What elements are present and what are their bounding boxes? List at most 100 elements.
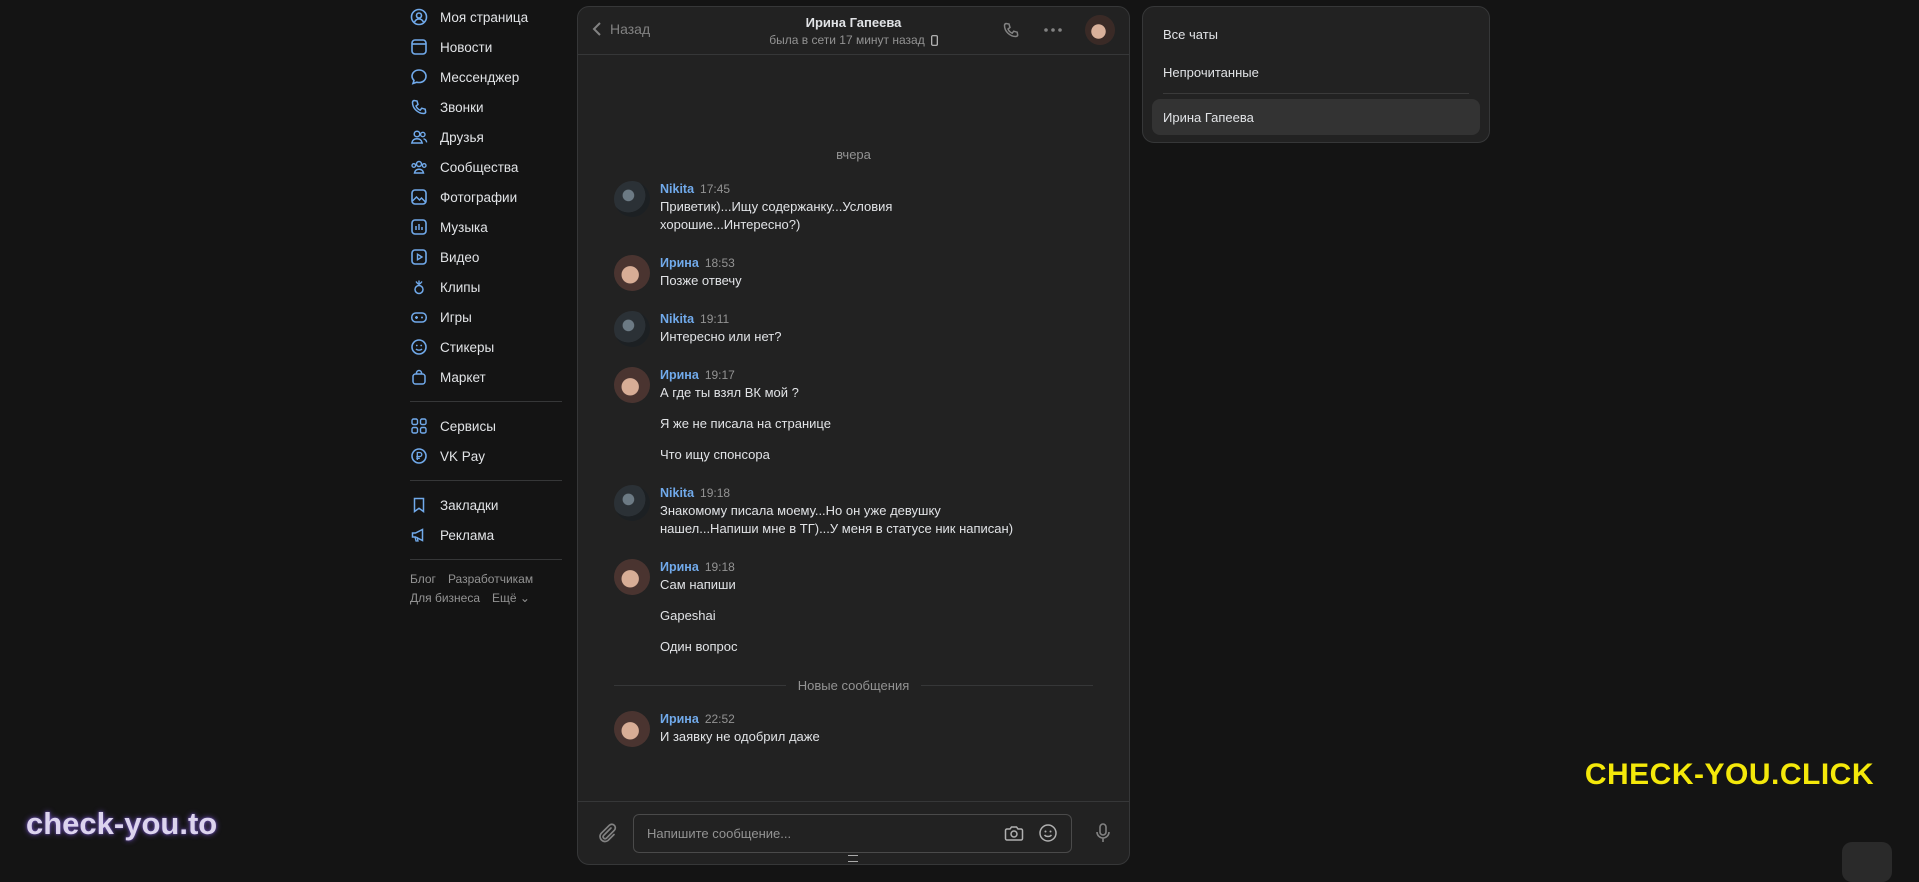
phone-icon: [410, 98, 428, 116]
chat-panel: Назад Ирина Гапеева была в сети 17 минут…: [577, 6, 1130, 865]
nav-item-photos[interactable]: Фотографии: [410, 182, 562, 212]
watermark-left: check-you.to: [26, 806, 218, 841]
avatar[interactable]: [614, 711, 650, 747]
message-author[interactable]: Ирина: [660, 368, 699, 382]
nav-label: Маркет: [440, 369, 486, 385]
nav-item-messenger[interactable]: Мессенджер: [410, 62, 562, 92]
voice-message-button[interactable]: [1092, 822, 1114, 844]
nav-label: Сообщества: [440, 159, 519, 175]
nav-item-friends[interactable]: Друзья: [410, 122, 562, 152]
left-navigation: Моя страница Новости Мессенджер Звонки Д…: [410, 0, 562, 608]
nav-label: Звонки: [440, 99, 484, 115]
user-circle-icon: [410, 8, 428, 26]
peer-status-text: была в сети 17 минут назад: [769, 33, 925, 47]
message-author[interactable]: Ирина: [660, 712, 699, 726]
filter-unread[interactable]: Непрочитанные: [1152, 54, 1480, 90]
nav-item-communities[interactable]: Сообщества: [410, 152, 562, 182]
nav-item-ads[interactable]: Реклама: [410, 520, 562, 550]
nav-item-services[interactable]: Сервисы: [410, 411, 562, 441]
call-button[interactable]: [1001, 20, 1021, 40]
message-text: А где ты взял ВК мой ?: [660, 385, 799, 400]
message-input[interactable]: [634, 824, 1003, 842]
avatar[interactable]: [614, 181, 650, 217]
message-body: Ирина 19:17 А где ты взял ВК мой ? Я же н…: [660, 367, 1099, 464]
nav-label: Моя страница: [440, 9, 529, 25]
message-body: Ирина 19:18 Сам напиши Gapeshai Один вопр…: [660, 559, 1099, 656]
message-time: 19:17: [704, 368, 735, 382]
chat-header: Назад Ирина Гапеева была в сети 17 минут…: [578, 7, 1129, 55]
nav-label: Стикеры: [440, 339, 495, 355]
message-group: Nikita 19:18 Знакомому писала моему...Но …: [614, 485, 1099, 538]
message-group: Ирина 22:52 И заявку не одобрил даже: [614, 711, 1099, 747]
message-input-box: [633, 813, 1072, 853]
resize-handle[interactable]: [848, 855, 858, 862]
nav-item-video[interactable]: Видео: [410, 242, 562, 272]
new-messages-label: Новые сообщения: [797, 678, 910, 693]
message-history: вчера Nikita 17:45 Приветик)...Ищу содерж…: [578, 55, 1129, 802]
attach-button[interactable]: [595, 821, 619, 845]
avatar[interactable]: [614, 255, 650, 291]
chat-bubble-icon: [410, 68, 428, 86]
avatar[interactable]: [614, 367, 650, 403]
nav-item-bookmarks[interactable]: Закладки: [410, 490, 562, 520]
nav-item-music[interactable]: Музыка: [410, 212, 562, 242]
footer-links: Блог Разработчикам Для бизнеса Ещё ⌄: [410, 570, 562, 608]
message-composer: [578, 801, 1129, 864]
message-time: 17:45: [700, 182, 731, 196]
help-chat-button[interactable]: [1842, 842, 1892, 882]
message-time: 18:53: [704, 256, 735, 270]
footer-link-blog[interactable]: Блог: [410, 572, 436, 586]
nav-item-my-page[interactable]: Моя страница: [410, 2, 562, 32]
nav-label: Музыка: [440, 219, 488, 235]
peer-avatar[interactable]: [1085, 15, 1115, 45]
message-author[interactable]: Nikita: [660, 486, 694, 500]
nav-label: Клипы: [440, 279, 481, 295]
message-body: Nikita 19:11 Интересно или нет?: [660, 311, 1099, 347]
nav-item-news[interactable]: Новости: [410, 32, 562, 62]
clips-icon: [410, 278, 428, 296]
footer-link-developers[interactable]: Разработчикам: [448, 572, 533, 586]
nav-label: Видео: [440, 249, 480, 265]
avatar[interactable]: [614, 559, 650, 595]
message-body: Ирина 18:53 Позже отвечу: [660, 255, 1099, 291]
avatar[interactable]: [614, 311, 650, 347]
photo-icon: [410, 188, 428, 206]
nav-label: Фотографии: [440, 189, 518, 205]
nav-label: Игры: [440, 309, 472, 325]
message-text: И заявку не одобрил даже: [660, 729, 820, 744]
services-grid-icon: [410, 417, 428, 435]
ruble-icon: [410, 447, 428, 465]
news-icon: [410, 38, 428, 56]
footer-link-more[interactable]: Ещё ⌄: [492, 591, 530, 605]
camera-button[interactable]: [1003, 822, 1025, 844]
message-author[interactable]: Nikita: [660, 312, 694, 326]
message-text: Что ищу спонсора: [660, 447, 770, 462]
footer-link-business[interactable]: Для бизнеса: [410, 591, 480, 605]
emoji-button[interactable]: [1037, 822, 1059, 844]
phone-icon: [1003, 22, 1019, 38]
message-author[interactable]: Ирина: [660, 256, 699, 270]
filter-active-chat[interactable]: Ирина Гапеева: [1152, 99, 1480, 135]
header-actions: [1001, 15, 1115, 45]
nav-item-clips[interactable]: Клипы: [410, 272, 562, 302]
message-text: Один вопрос: [660, 639, 738, 654]
nav-item-stickers[interactable]: Стикеры: [410, 332, 562, 362]
message-author[interactable]: Ирина: [660, 560, 699, 574]
filter-all-chats[interactable]: Все чаты: [1152, 16, 1480, 52]
nav-item-market[interactable]: Маркет: [410, 362, 562, 392]
avatar[interactable]: [614, 485, 650, 521]
message-author[interactable]: Nikita: [660, 182, 694, 196]
message-group: Ирина 18:53 Позже отвечу: [614, 255, 1099, 291]
nav-item-games[interactable]: Игры: [410, 302, 562, 332]
gamepad-icon: [410, 308, 428, 326]
nav-item-vkpay[interactable]: VK Pay: [410, 441, 562, 471]
message-group: Nikita 17:45 Приветик)...Ищу содержанку..…: [614, 181, 1099, 234]
chat-filters-panel: Все чаты Непрочитанные Ирина Гапеева: [1142, 6, 1490, 143]
nav-item-calls[interactable]: Звонки: [410, 92, 562, 122]
nav-label: Новости: [440, 39, 493, 55]
megaphone-icon: [410, 526, 428, 544]
nav-label: Закладки: [440, 497, 499, 513]
new-messages-separator: Новые сообщения: [614, 678, 1093, 693]
nav-divider: [410, 480, 562, 481]
more-button[interactable]: [1043, 20, 1063, 40]
